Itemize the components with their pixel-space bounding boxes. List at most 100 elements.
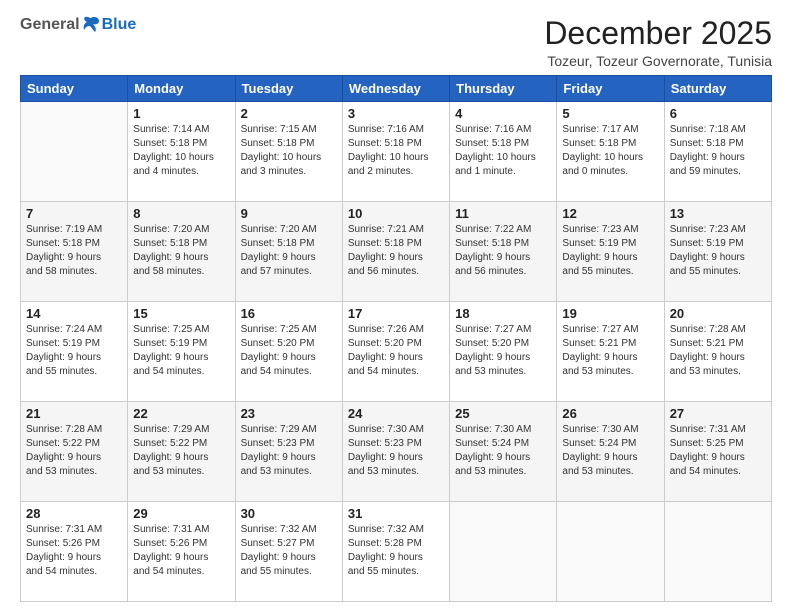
table-row [664, 502, 771, 602]
table-row: 22 Sunrise: 7:29 AM Sunset: 5:22 PM Dayli… [128, 402, 235, 502]
table-row: 18Sunrise: 7:27 AM Sunset: 5:20 PM Dayli… [450, 302, 557, 402]
day-number: 12 [562, 206, 658, 221]
table-row: 5Sunrise: 7:17 AM Sunset: 5:18 PM Daylig… [557, 102, 664, 202]
day-info: Sunrise: 7:20 AM Sunset: 5:18 PM Dayligh… [133, 223, 229, 279]
day-info: Sunrise: 7:15 AM Sunset: 5:18 PM Dayligh… [241, 123, 337, 179]
table-row: 29 Sunrise: 7:31 AM Sunset: 5:26 PM Dayli… [128, 502, 235, 602]
table-row: 25 Sunrise: 7:30 AM Sunset: 5:24 PM Dayli… [450, 402, 557, 502]
table-row: 23 Sunrise: 7:29 AM Sunset: 5:23 PM Dayli… [235, 402, 342, 502]
day-info: Sunrise: 7:16 AM Sunset: 5:18 PM Dayligh… [455, 123, 551, 179]
table-row: 8 Sunrise: 7:20 AM Sunset: 5:18 PM Daylig… [128, 202, 235, 302]
title-block: December 2025 Tozeur, Tozeur Governorate… [544, 16, 772, 69]
table-row [557, 502, 664, 602]
day-number: 15 [133, 306, 229, 321]
day-number: 8 [133, 206, 229, 221]
day-number: 27 [670, 406, 766, 421]
table-row: 20Sunrise: 7:28 AM Sunset: 5:21 PM Dayli… [664, 302, 771, 402]
logo-blue-text: Blue [102, 16, 137, 34]
col-wednesday: Wednesday [342, 76, 449, 102]
page: General Blue December 2025 Tozeur, Tozeu… [0, 0, 792, 612]
logo-bird-icon [81, 16, 101, 34]
day-number: 23 [241, 406, 337, 421]
table-row: 17 Sunrise: 7:26 AM Sunset: 5:20 PM Dayli… [342, 302, 449, 402]
day-info: Sunrise: 7:23 AM Sunset: 5:19 PM Dayligh… [562, 223, 658, 279]
day-number: 1 [133, 106, 229, 121]
day-number: 9 [241, 206, 337, 221]
day-number: 29 [133, 506, 229, 521]
calendar-week-row: 21 Sunrise: 7:28 AM Sunset: 5:22 PM Dayli… [21, 402, 772, 502]
day-info: Sunrise: 7:28 AM Sunset: 5:21 PM Dayligh… [670, 323, 766, 379]
day-number: 30 [241, 506, 337, 521]
day-number: 10 [348, 206, 444, 221]
day-info: Sunrise: 7:31 AM Sunset: 5:25 PM Dayligh… [670, 423, 766, 479]
col-saturday: Saturday [664, 76, 771, 102]
day-info: Sunrise: 7:23 AM Sunset: 5:19 PM Dayligh… [670, 223, 766, 279]
day-number: 14 [26, 306, 122, 321]
table-row: 30Sunrise: 7:32 AM Sunset: 5:27 PM Dayli… [235, 502, 342, 602]
subtitle: Tozeur, Tozeur Governorate, Tunisia [544, 53, 772, 69]
table-row: 19 Sunrise: 7:27 AM Sunset: 5:21 PM Dayli… [557, 302, 664, 402]
logo: General Blue [20, 16, 136, 34]
day-number: 28 [26, 506, 122, 521]
day-info: Sunrise: 7:29 AM Sunset: 5:22 PM Dayligh… [133, 423, 229, 479]
table-row: 11Sunrise: 7:22 AM Sunset: 5:18 PM Dayli… [450, 202, 557, 302]
day-number: 16 [241, 306, 337, 321]
day-info: Sunrise: 7:31 AM Sunset: 5:26 PM Dayligh… [133, 523, 229, 579]
day-number: 3 [348, 106, 444, 121]
table-row: 2 Sunrise: 7:15 AM Sunset: 5:18 PM Daylig… [235, 102, 342, 202]
day-info: Sunrise: 7:22 AM Sunset: 5:18 PM Dayligh… [455, 223, 551, 279]
table-row: 31 Sunrise: 7:32 AM Sunset: 5:28 PM Dayli… [342, 502, 449, 602]
calendar-week-row: 7Sunrise: 7:19 AM Sunset: 5:18 PM Daylig… [21, 202, 772, 302]
day-info: Sunrise: 7:29 AM Sunset: 5:23 PM Dayligh… [241, 423, 337, 479]
table-row: 10 Sunrise: 7:21 AM Sunset: 5:18 PM Dayli… [342, 202, 449, 302]
table-row: 26 Sunrise: 7:30 AM Sunset: 5:24 PM Dayli… [557, 402, 664, 502]
day-number: 19 [562, 306, 658, 321]
day-info: Sunrise: 7:18 AM Sunset: 5:18 PM Dayligh… [670, 123, 766, 179]
day-info: Sunrise: 7:20 AM Sunset: 5:18 PM Dayligh… [241, 223, 337, 279]
day-number: 24 [348, 406, 444, 421]
table-row: 21 Sunrise: 7:28 AM Sunset: 5:22 PM Dayli… [21, 402, 128, 502]
day-info: Sunrise: 7:32 AM Sunset: 5:28 PM Dayligh… [348, 523, 444, 579]
day-number: 2 [241, 106, 337, 121]
day-info: Sunrise: 7:28 AM Sunset: 5:22 PM Dayligh… [26, 423, 122, 479]
day-info: Sunrise: 7:26 AM Sunset: 5:20 PM Dayligh… [348, 323, 444, 379]
day-number: 31 [348, 506, 444, 521]
header: General Blue December 2025 Tozeur, Tozeu… [20, 16, 772, 69]
table-row: 13Sunrise: 7:23 AM Sunset: 5:19 PM Dayli… [664, 202, 771, 302]
day-info: Sunrise: 7:24 AM Sunset: 5:19 PM Dayligh… [26, 323, 122, 379]
table-row: 6Sunrise: 7:18 AM Sunset: 5:18 PM Daylig… [664, 102, 771, 202]
day-number: 17 [348, 306, 444, 321]
day-number: 25 [455, 406, 551, 421]
table-row: 12 Sunrise: 7:23 AM Sunset: 5:19 PM Dayli… [557, 202, 664, 302]
day-info: Sunrise: 7:30 AM Sunset: 5:24 PM Dayligh… [562, 423, 658, 479]
col-friday: Friday [557, 76, 664, 102]
calendar-week-row: 14 Sunrise: 7:24 AM Sunset: 5:19 PM Dayli… [21, 302, 772, 402]
day-number: 26 [562, 406, 658, 421]
table-row: 27 Sunrise: 7:31 AM Sunset: 5:25 PM Dayli… [664, 402, 771, 502]
table-row: 28 Sunrise: 7:31 AM Sunset: 5:26 PM Dayli… [21, 502, 128, 602]
table-row: 3Sunrise: 7:16 AM Sunset: 5:18 PM Daylig… [342, 102, 449, 202]
day-info: Sunrise: 7:30 AM Sunset: 5:24 PM Dayligh… [455, 423, 551, 479]
day-info: Sunrise: 7:25 AM Sunset: 5:19 PM Dayligh… [133, 323, 229, 379]
table-row: 7Sunrise: 7:19 AM Sunset: 5:18 PM Daylig… [21, 202, 128, 302]
table-row: 1Sunrise: 7:14 AM Sunset: 5:18 PM Daylig… [128, 102, 235, 202]
day-number: 22 [133, 406, 229, 421]
table-row: 4Sunrise: 7:16 AM Sunset: 5:18 PM Daylig… [450, 102, 557, 202]
day-info: Sunrise: 7:19 AM Sunset: 5:18 PM Dayligh… [26, 223, 122, 279]
day-info: Sunrise: 7:31 AM Sunset: 5:26 PM Dayligh… [26, 523, 122, 579]
table-row: 9 Sunrise: 7:20 AM Sunset: 5:18 PM Daylig… [235, 202, 342, 302]
calendar-week-row: 1Sunrise: 7:14 AM Sunset: 5:18 PM Daylig… [21, 102, 772, 202]
day-number: 21 [26, 406, 122, 421]
day-info: Sunrise: 7:21 AM Sunset: 5:18 PM Dayligh… [348, 223, 444, 279]
logo-general-text: General [20, 16, 80, 34]
col-monday: Monday [128, 76, 235, 102]
col-tuesday: Tuesday [235, 76, 342, 102]
day-info: Sunrise: 7:27 AM Sunset: 5:21 PM Dayligh… [562, 323, 658, 379]
table-row: 24Sunrise: 7:30 AM Sunset: 5:23 PM Dayli… [342, 402, 449, 502]
calendar-week-row: 28 Sunrise: 7:31 AM Sunset: 5:26 PM Dayli… [21, 502, 772, 602]
col-sunday: Sunday [21, 76, 128, 102]
col-thursday: Thursday [450, 76, 557, 102]
day-info: Sunrise: 7:17 AM Sunset: 5:18 PM Dayligh… [562, 123, 658, 179]
table-row [21, 102, 128, 202]
day-info: Sunrise: 7:27 AM Sunset: 5:20 PM Dayligh… [455, 323, 551, 379]
